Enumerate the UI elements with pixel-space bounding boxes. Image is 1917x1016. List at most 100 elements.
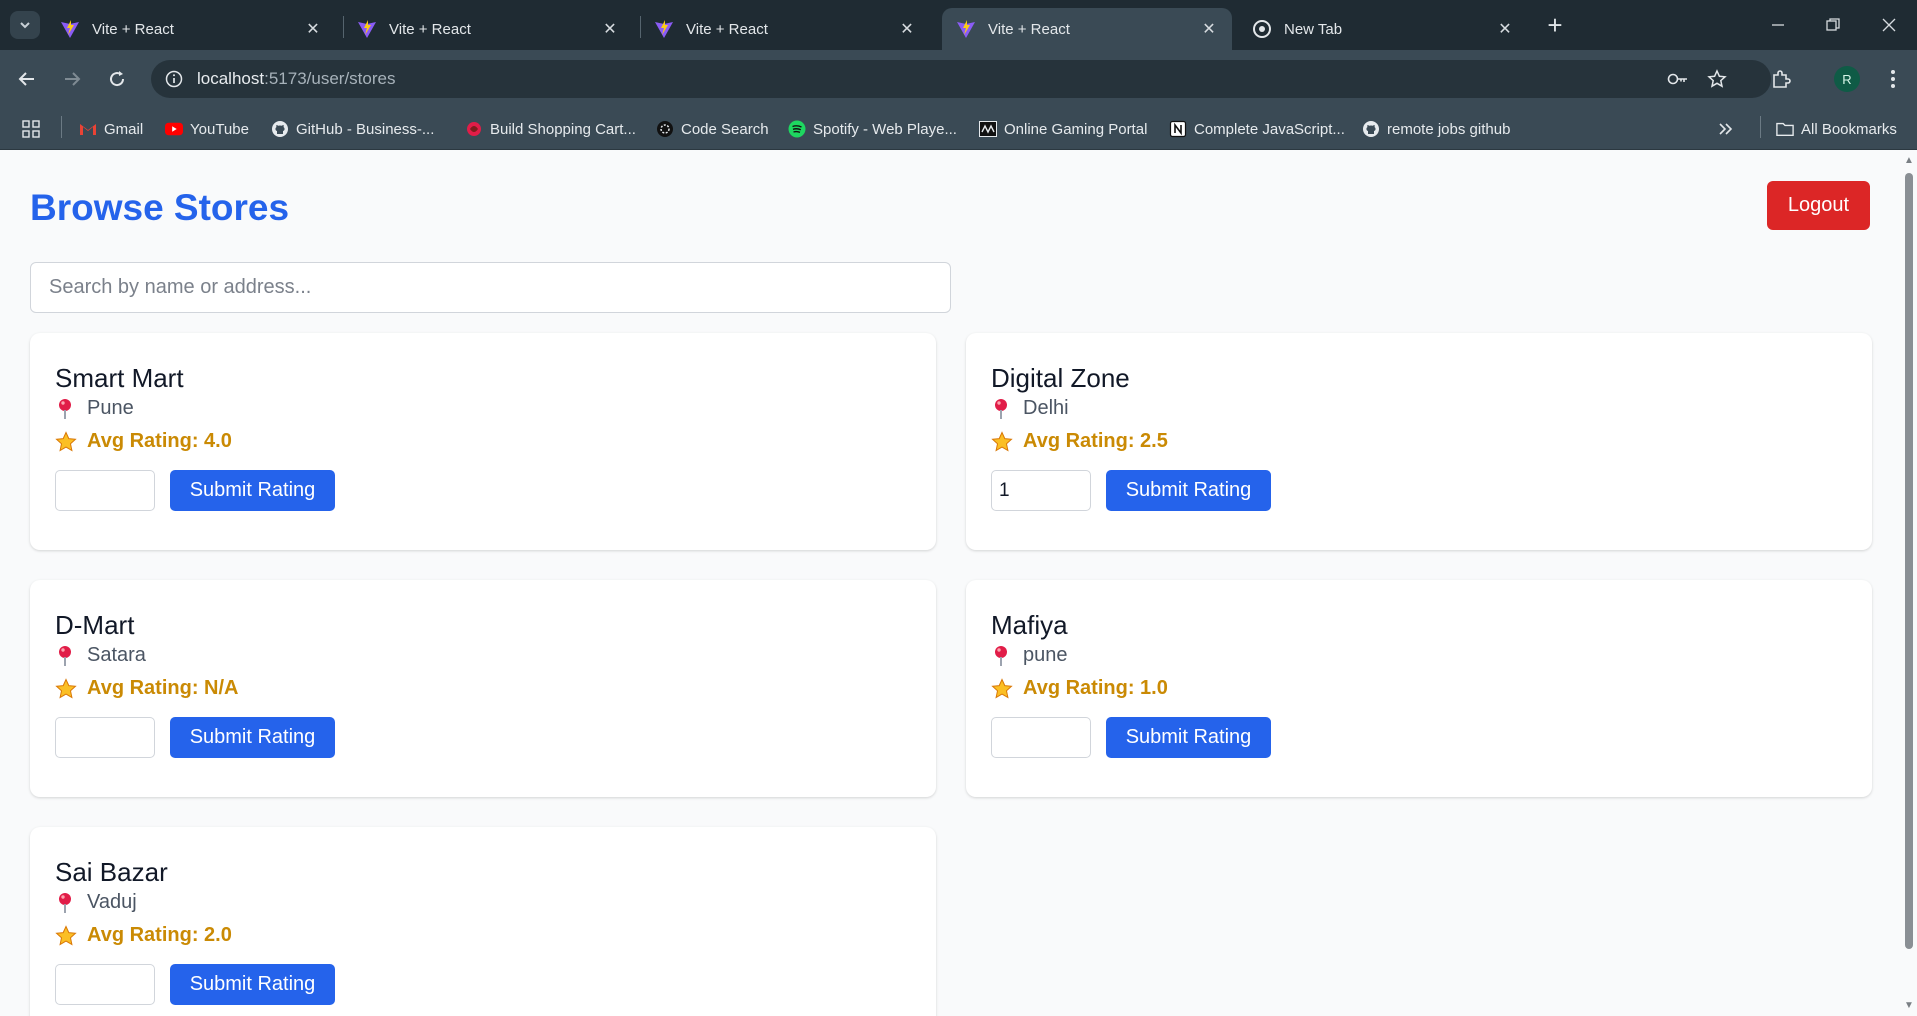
store-address: Satara: [55, 644, 146, 667]
store-name: Smart Mart: [55, 363, 184, 393]
folder-icon: [1776, 120, 1794, 138]
store-card: Sai Bazar Vaduj Avg Rating: 2.0 Submit R…: [30, 827, 936, 1016]
rating-input[interactable]: [55, 470, 155, 511]
store-address-text: pune: [1023, 644, 1068, 666]
search-input[interactable]: [30, 262, 951, 313]
star-icon: [55, 677, 77, 698]
scroll-up-arrow-icon[interactable]: ▲: [1904, 156, 1914, 166]
close-window-button[interactable]: [1866, 8, 1912, 42]
pin-icon: [59, 645, 71, 666]
bookmark-youtube[interactable]: YouTube: [165, 117, 249, 141]
youtube-icon: [165, 120, 183, 138]
bookmark-label: Code Search: [681, 120, 769, 138]
scroll-down-arrow-icon[interactable]: ▼: [1904, 1001, 1914, 1011]
vite-icon: [358, 20, 376, 38]
forward-button[interactable]: [57, 64, 87, 94]
store-card: Digital Zone Delhi Avg Rating: 2.5 Submi…: [966, 333, 1872, 550]
reload-button[interactable]: [102, 64, 132, 94]
browser-tab[interactable]: New Tab ✕: [1238, 8, 1528, 50]
tab-title: Vite + React: [686, 20, 768, 38]
bookmark-code-search[interactable]: Code Search: [656, 117, 769, 141]
store-address: Vaduj: [55, 891, 137, 914]
bookmarks-bar: Gmail YouTube GitHub - Business-... Buil…: [0, 108, 1917, 150]
bookmark-star-button[interactable]: [1703, 65, 1731, 93]
store-address: Delhi: [991, 397, 1069, 420]
vite-icon: [957, 20, 975, 38]
extensions-button[interactable]: [1767, 65, 1795, 93]
spotify-icon: [788, 120, 806, 138]
bookmark-gaming-portal[interactable]: Online Gaming Portal: [979, 117, 1147, 141]
apps-button[interactable]: [22, 117, 40, 141]
rating-prefix: Avg Rating:: [87, 430, 199, 452]
logout-button[interactable]: Logout: [1767, 181, 1870, 230]
bookmark-gmail[interactable]: Gmail: [79, 117, 143, 141]
back-arrow-icon: [18, 72, 34, 86]
bookmark-github-business[interactable]: GitHub - Business-...: [271, 117, 434, 141]
close-icon[interactable]: ✕: [1200, 20, 1218, 38]
browser-menu-button[interactable]: [1879, 65, 1907, 93]
star-outline-icon: [1707, 69, 1727, 88]
bookmark-remote-jobs[interactable]: remote jobs github: [1362, 117, 1510, 141]
store-card: D-Mart Satara Avg Rating: N/A Submit Rat…: [30, 580, 936, 797]
rating-prefix: Avg Rating:: [87, 924, 199, 946]
site-info-icon[interactable]: [161, 66, 187, 92]
back-button[interactable]: [12, 64, 42, 94]
submit-rating-button[interactable]: Submit Rating: [170, 470, 335, 511]
submit-rating-button[interactable]: Submit Rating: [170, 717, 335, 758]
bookmark-spotify[interactable]: Spotify - Web Playe...: [788, 117, 957, 141]
key-icon: [1667, 73, 1687, 85]
browser-tab[interactable]: Vite + React ✕: [640, 8, 930, 50]
forward-arrow-icon: [65, 72, 81, 86]
bookmark-complete-javascript[interactable]: Complete JavaScript...: [1169, 117, 1345, 141]
address-bar[interactable]: localhost:5173/user/stores: [151, 60, 1771, 98]
notion-icon: [1169, 120, 1187, 138]
bookmark-divider: [61, 116, 62, 138]
close-icon[interactable]: ✕: [1496, 20, 1514, 38]
browser-tab[interactable]: Vite + React ✕: [46, 8, 336, 50]
submit-rating-button[interactable]: Submit Rating: [1106, 717, 1271, 758]
store-avg-rating: Avg Rating: 2.5: [991, 430, 1168, 453]
close-icon[interactable]: ✕: [601, 20, 619, 38]
profile-avatar[interactable]: R: [1834, 66, 1860, 92]
rating-input[interactable]: [991, 470, 1091, 511]
rating-value: 4.0: [204, 430, 232, 452]
all-bookmarks-button[interactable]: All Bookmarks: [1776, 117, 1897, 141]
bookmark-divider: [1760, 116, 1761, 138]
rating-prefix: Avg Rating:: [1023, 430, 1135, 452]
restore-button[interactable]: [1810, 8, 1856, 42]
close-icon[interactable]: ✕: [898, 20, 916, 38]
submit-rating-button[interactable]: Submit Rating: [1106, 470, 1271, 511]
gmail-icon: [79, 120, 97, 138]
tab-title: Vite + React: [389, 20, 471, 38]
github-icon: [1362, 120, 1380, 138]
bookmarks-overflow-button[interactable]: [1718, 117, 1734, 141]
rating-input[interactable]: [55, 717, 155, 758]
bookmark-label: Online Gaming Portal: [1004, 120, 1148, 138]
puzzle-icon: [1773, 70, 1791, 88]
rating-prefix: Avg Rating:: [1023, 677, 1135, 699]
close-icon[interactable]: ✕: [304, 20, 322, 38]
restore-icon: [1826, 18, 1840, 31]
rating-input[interactable]: [55, 964, 155, 1005]
star-icon: [55, 430, 77, 451]
scrollbar-thumb[interactable]: [1905, 173, 1913, 949]
browser-tab-active[interactable]: Vite + React ✕: [942, 8, 1232, 50]
browser-tab[interactable]: Vite + React ✕: [343, 8, 633, 50]
minimize-button[interactable]: [1755, 8, 1801, 42]
url-text: localhost:5173/user/stores: [197, 69, 395, 89]
new-tab-button[interactable]: +: [1541, 10, 1569, 40]
tab-search-button[interactable]: [10, 11, 40, 39]
submit-rating-button[interactable]: Submit Rating: [170, 964, 335, 1005]
star-icon: [55, 924, 77, 945]
pin-icon: [59, 892, 71, 913]
gaming-icon: [979, 120, 997, 138]
password-key-button[interactable]: [1664, 65, 1692, 93]
page-scrollbar[interactable]: ▲ ▼: [1901, 151, 1917, 1016]
bookmark-shopping-cart[interactable]: Build Shopping Cart...: [465, 117, 636, 141]
star-icon: [991, 677, 1013, 698]
rating-input[interactable]: [991, 717, 1091, 758]
rating-value: 2.0: [204, 924, 232, 946]
tab-title: Vite + React: [988, 20, 1070, 38]
bookmark-label: Spotify - Web Playe...: [813, 120, 957, 138]
vite-icon: [655, 20, 673, 38]
